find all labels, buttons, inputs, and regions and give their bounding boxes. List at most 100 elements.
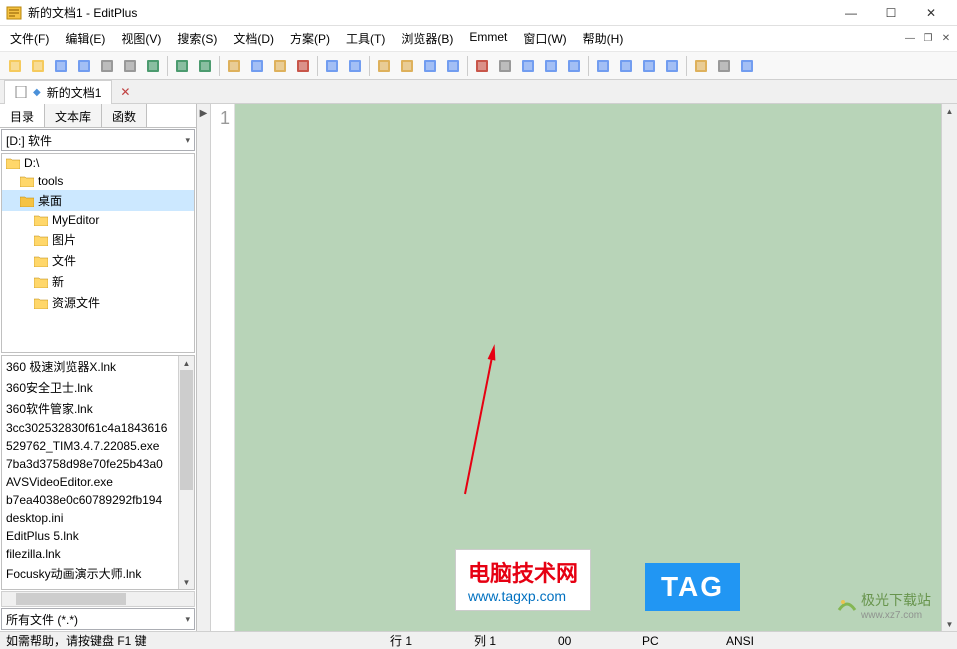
list-item[interactable]: EditPlus 5.lnk <box>2 527 194 545</box>
status-total: 00 <box>558 634 618 648</box>
file-list[interactable]: 360 极速浏览器X.lnk360安全卫士.lnk360软件管家.lnk3cc3… <box>1 355 195 590</box>
browser-edge-button[interactable] <box>615 55 637 77</box>
settings-button[interactable] <box>713 55 735 77</box>
drive-combo[interactable]: [D:] 软件 ▾ <box>1 129 195 151</box>
status-hint: 如需帮助，请按键盘 F1 键 <box>6 632 366 649</box>
modified-indicator-icon: ◆ <box>33 87 41 98</box>
menu-帮助[interactable]: 帮助(H) <box>575 27 632 50</box>
scroll-down-icon[interactable]: ▼ <box>942 617 957 631</box>
menu-搜索[interactable]: 搜索(S) <box>169 27 225 50</box>
list-item[interactable]: 7ba3d3758d98e70fe25b43a0 <box>2 455 194 473</box>
ruler-collapse-handle[interactable]: ▶ <box>197 104 211 631</box>
scroll-up-icon[interactable]: ▲ <box>179 356 194 370</box>
char-map-button[interactable] <box>563 55 585 77</box>
find-replace-icon <box>399 58 415 74</box>
scroll-down-icon[interactable]: ▼ <box>179 575 194 589</box>
menu-编辑[interactable]: 编辑(E) <box>57 27 113 50</box>
list-item[interactable]: 360软件管家.lnk <box>2 398 194 419</box>
tree-node[interactable]: 图片 <box>2 229 194 250</box>
menu-视图[interactable]: 视图(V) <box>113 27 169 50</box>
sidebar-tab-cliptext[interactable]: 文本库 <box>45 104 102 127</box>
save-all-button[interactable] <box>73 55 95 77</box>
tree-node[interactable]: tools <box>2 172 194 190</box>
tree-label: 桌面 <box>38 192 62 209</box>
hscroll-thumb[interactable] <box>16 593 126 605</box>
menu-emmet[interactable]: Emmet <box>461 27 515 50</box>
list-item[interactable]: b7ea4038e0c60789292fb194 <box>2 491 194 509</box>
tree-node[interactable]: D:\ <box>2 154 194 172</box>
status-row-label: 行 <box>390 634 402 648</box>
forward-button[interactable] <box>344 55 366 77</box>
browser-ie-button[interactable] <box>592 55 614 77</box>
minimize-button[interactable]: — <box>831 1 871 25</box>
list-item[interactable]: 3cc302532830f61c4a1843616 <box>2 419 194 437</box>
tree-node[interactable]: 新 <box>2 271 194 292</box>
mdi-close[interactable]: ✕ <box>937 31 955 47</box>
menu-工具[interactable]: 工具(T) <box>338 27 393 50</box>
macro-button[interactable] <box>690 55 712 77</box>
tree-node[interactable]: MyEditor <box>2 211 194 229</box>
print-preview-button[interactable] <box>119 55 141 77</box>
tab-close-icon[interactable]: ✕ <box>120 85 130 99</box>
menu-bar: 文件(F)编辑(E)视图(V)搜索(S)文档(D)方案(P)工具(T)浏览器(B… <box>0 26 957 52</box>
list-item[interactable]: 529762_TIM3.4.7.22085.exe <box>2 437 194 455</box>
close-button[interactable]: ✕ <box>911 1 951 25</box>
list-item[interactable]: desktop.ini <box>2 509 194 527</box>
menu-窗口[interactable]: 窗口(W) <box>515 27 574 50</box>
word-button[interactable] <box>517 55 539 77</box>
line-numbers-button[interactable] <box>540 55 562 77</box>
file-filter-combo[interactable]: 所有文件 (*.*) ▾ <box>1 608 195 630</box>
folder-tree[interactable]: D:\tools 桌面 MyEditor图片文件新资源文件 <box>1 153 195 353</box>
list-item[interactable]: Focusky动画演示大师.lnk <box>2 563 194 584</box>
sidebar-tab-directory[interactable]: 目录 <box>0 104 45 127</box>
tree-node[interactable]: 资源文件 <box>2 292 194 313</box>
list-item[interactable]: 360安全卫士.lnk <box>2 377 194 398</box>
editor-canvas[interactable]: 电脑技术网 www.tagxp.com TAG 极光下载站 www.xz7.co… <box>235 104 941 631</box>
menu-文档[interactable]: 文档(D) <box>225 27 282 50</box>
list-item[interactable]: AVSVideoEditor.exe <box>2 473 194 491</box>
print-button[interactable] <box>96 55 118 77</box>
scroll-thumb[interactable] <box>180 370 193 490</box>
find-icon <box>376 58 392 74</box>
list-item[interactable]: filezilla.lnk <box>2 545 194 563</box>
file-list-hscrollbar[interactable] <box>1 591 195 607</box>
maximize-button[interactable]: ☐ <box>871 1 911 25</box>
spell-check-icon <box>145 58 161 74</box>
mdi-minimize[interactable]: — <box>901 31 919 47</box>
menu-浏览器[interactable]: 浏览器(B) <box>393 27 461 50</box>
list-item[interactable]: 360 极速浏览器X.lnk <box>2 356 194 377</box>
open-file-button[interactable] <box>27 55 49 77</box>
help-button[interactable] <box>736 55 758 77</box>
document-tab[interactable]: ◆ 新的文档1 <box>4 80 112 104</box>
copy-button[interactable] <box>246 55 268 77</box>
tree-label: 资源文件 <box>52 294 100 311</box>
tile-h-button[interactable] <box>661 55 683 77</box>
tile-h-icon <box>664 58 680 74</box>
sidebar-tab-functions[interactable]: 函数 <box>102 104 147 127</box>
menu-文件[interactable]: 文件(F) <box>2 27 57 50</box>
scroll-up-icon[interactable]: ▲ <box>942 104 957 118</box>
paste-button[interactable] <box>269 55 291 77</box>
browser-button[interactable] <box>638 55 660 77</box>
save-file-button[interactable] <box>50 55 72 77</box>
delete-button[interactable] <box>292 55 314 77</box>
mdi-restore[interactable]: ❐ <box>919 31 937 47</box>
word-wrap-icon <box>445 58 461 74</box>
spell-check-button[interactable] <box>142 55 164 77</box>
back-button[interactable] <box>321 55 343 77</box>
find-replace-button[interactable] <box>396 55 418 77</box>
font-size-button[interactable] <box>471 55 493 77</box>
bookmark-button[interactable] <box>419 55 441 77</box>
cut-button[interactable] <box>223 55 245 77</box>
word-wrap-button[interactable] <box>442 55 464 77</box>
tree-node[interactable]: 桌面 <box>2 190 194 211</box>
file-list-vscrollbar[interactable]: ▲ ▼ <box>178 356 194 589</box>
new-file-button[interactable] <box>4 55 26 77</box>
hex-button[interactable] <box>494 55 516 77</box>
menu-方案[interactable]: 方案(P) <box>282 27 338 50</box>
find-button[interactable] <box>373 55 395 77</box>
redo-button[interactable] <box>194 55 216 77</box>
editor-vscrollbar[interactable]: ▲ ▼ <box>941 104 957 631</box>
undo-button[interactable] <box>171 55 193 77</box>
tree-node[interactable]: 文件 <box>2 250 194 271</box>
